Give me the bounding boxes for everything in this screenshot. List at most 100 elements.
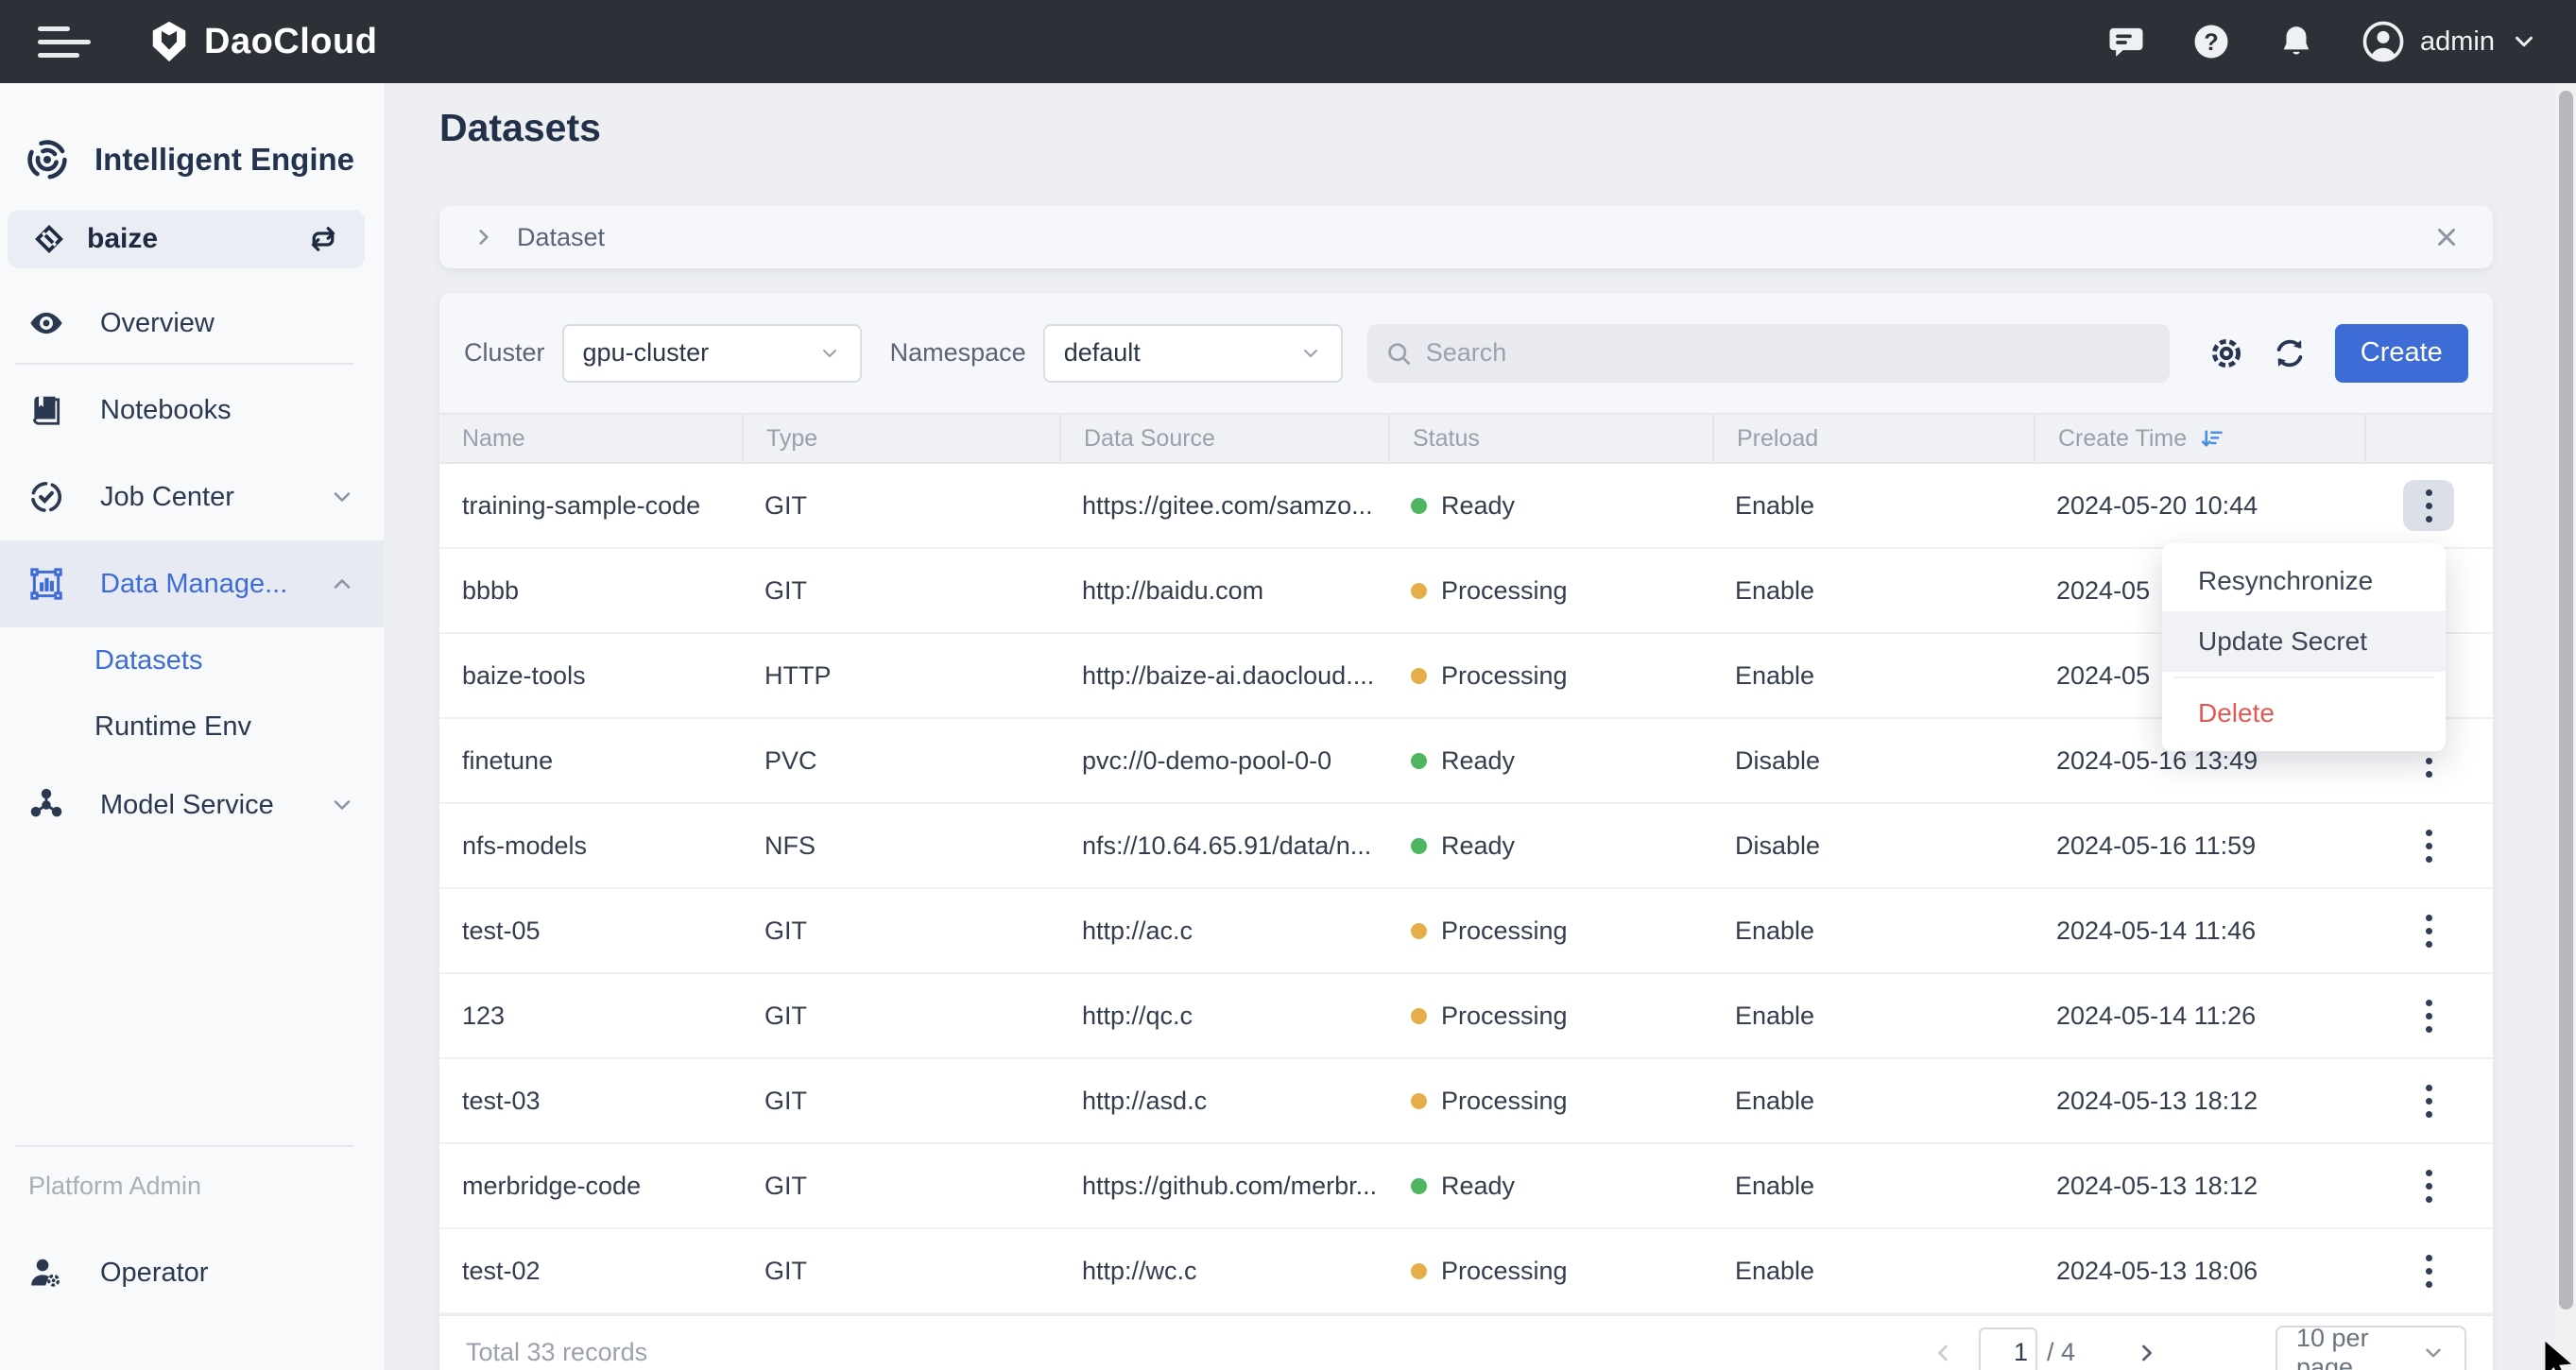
dataset-source: http://wc.c [1082,1256,1197,1285]
per-page-select[interactable]: 10 per page [2275,1324,2466,1370]
menu-item-delete[interactable]: Delete [2162,683,2446,744]
dataset-status: Ready [1388,719,1712,802]
avatar-icon [2361,20,2405,63]
dataset-preload: Disable [1735,831,1821,860]
sidebar-subitem-datasets[interactable]: Datasets [0,627,384,694]
dataset-name: test-03 [462,1086,541,1115]
column-header-create-time[interactable]: Create Time [2034,415,2364,462]
dataset-status: Ready [1388,804,1712,887]
dataset-status: Ready [1388,464,1712,547]
row-actions-kebab-button[interactable] [2403,820,2454,871]
sidebar-item-label: Overview [100,307,215,338]
status-text: Ready [1441,745,1516,775]
sidebar-item-label: Data Manage... [100,568,288,599]
operator-icon [28,1255,64,1291]
dataset-type: GIT [764,1086,807,1115]
sidebar-item-job-center[interactable]: Job Center [0,454,384,540]
column-header-type: Type [742,415,1059,462]
table-row[interactable]: merbridge-code GIT https://github.com/me… [439,1144,2493,1229]
daocloud-logo-icon [147,20,191,63]
sidebar-item-notebooks[interactable]: Notebooks [0,367,384,454]
workspace-icon [32,222,66,256]
table-row[interactable]: training-sample-code GIT https://gitee.c… [439,464,2493,549]
topbar: DaoCloud ? admin [0,0,2576,83]
book-icon [28,392,64,428]
row-actions-kebab-button[interactable] [2403,1075,2454,1126]
dataset-status: Processing [1388,974,1712,1057]
dataset-status: Processing [1388,634,1712,717]
dataset-name: 123 [462,1001,506,1030]
menu-item-resynchronize[interactable]: Resynchronize [2162,551,2446,611]
dataset-type: GIT [764,1001,807,1030]
status-text: Processing [1441,916,1568,945]
table-header: Name Type Data Source Status Preload Cre… [439,413,2493,464]
dataset-create-time: 2024-05-14 11:46 [2056,916,2257,945]
search-input[interactable] [1425,338,2154,368]
page-number-input[interactable] [1978,1327,2037,1370]
row-actions-kebab-button[interactable] [2403,905,2454,956]
refresh-icon[interactable] [2269,333,2310,374]
table-row[interactable]: nfs-models NFS nfs://10.64.65.91/data/n.… [439,804,2493,889]
switch-workspace-icon[interactable] [306,222,340,256]
dataset-status: Processing [1388,1229,1712,1312]
row-actions-kebab-button[interactable] [2403,1160,2454,1211]
status-dot [1411,1262,1427,1279]
cluster-value: gpu-cluster [582,338,710,367]
sort-descending-icon[interactable] [2200,426,2225,452]
status-text: Ready [1441,831,1516,860]
sidebar-subitem-label: Runtime Env [94,711,252,742]
create-button[interactable]: Create [2334,323,2468,383]
sidebar: Intelligent Engine baize Overview Notebo… [0,83,384,1370]
row-actions-kebab-button[interactable] [2403,480,2454,531]
row-actions-kebab-button[interactable] [2403,990,2454,1041]
dataset-name: test-02 [462,1256,541,1285]
messages-icon[interactable] [2106,22,2146,61]
menu-item-update-secret[interactable]: Update Secret [2162,611,2446,672]
dataset-status: Processing [1388,889,1712,972]
row-context-menu: Resynchronize Update Secret Delete [2162,543,2446,751]
sidebar-item-model-service[interactable]: Model Service [0,762,384,848]
table-row[interactable]: test-05 GIT http://ac.c Processing Enabl… [439,889,2493,974]
dataset-preload: Enable [1735,1256,1815,1285]
table-row[interactable]: 123 GIT http://qc.c Processing Enable 20… [439,974,2493,1059]
sidebar-divider [15,1145,353,1147]
help-icon[interactable]: ? [2191,22,2231,61]
sidebar-item-data-management[interactable]: Data Manage... [0,540,384,627]
scrollbar-thumb[interactable] [2559,91,2573,1310]
column-header-actions [2364,415,2493,462]
product-header: Intelligent Engine [0,83,384,197]
sidebar-item-overview[interactable]: Overview [0,280,384,367]
sidebar-item-operator[interactable]: Operator [0,1238,384,1308]
page-scrollbar[interactable] [2555,83,2576,1370]
table-row[interactable]: test-02 GIT http://wc.c Processing Enabl… [439,1229,2493,1314]
next-page-icon[interactable] [2130,1336,2164,1370]
table-footer: Total 33 records / 4 10 per page [439,1314,2493,1370]
dataset-collapse-panel[interactable]: Dataset [439,206,2493,268]
settings-gear-icon[interactable] [2206,333,2246,374]
page-count: / 4 [2046,1338,2075,1366]
row-actions-cell [2364,1059,2493,1142]
sidebar-subitem-runtime-env[interactable]: Runtime Env [0,694,384,760]
menu-divider [2173,676,2434,678]
status-text: Ready [1441,1171,1516,1200]
notifications-bell-icon[interactable] [2276,22,2316,61]
column-header-name: Name [462,424,525,452]
table-row[interactable]: test-03 GIT http://asd.c Processing Enab… [439,1059,2493,1144]
close-icon[interactable] [2432,223,2461,251]
dataset-type: GIT [764,490,807,520]
dataset-preload: Enable [1735,660,1815,690]
row-actions-cell [2364,889,2493,972]
search-box[interactable] [1366,323,2171,383]
row-actions-kebab-button[interactable] [2403,1245,2454,1296]
cluster-select[interactable]: gpu-cluster [561,323,862,383]
svg-text:?: ? [2204,29,2219,56]
menu-toggle-icon[interactable] [38,20,93,63]
namespace-select[interactable]: default [1042,323,1343,383]
user-menu[interactable]: admin [2361,20,2538,63]
column-header-data-source: Data Source [1059,415,1388,462]
dataset-name: baize-tools [462,660,586,690]
sidebar-nav: Overview Notebooks Job Center Data Manag… [0,280,384,848]
previous-page-icon[interactable] [1926,1336,1960,1370]
workspace-selector[interactable]: baize [8,210,365,268]
brand[interactable]: DaoCloud [147,20,377,63]
